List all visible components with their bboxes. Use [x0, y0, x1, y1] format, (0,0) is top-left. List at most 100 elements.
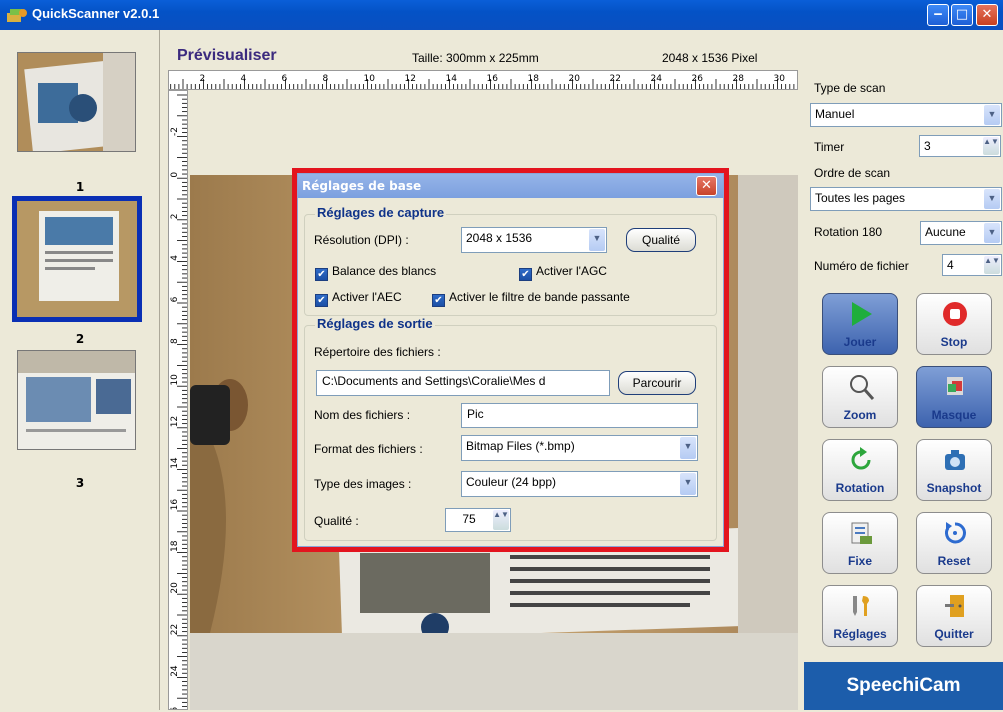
- dialog-close-button[interactable]: ✕: [696, 176, 717, 196]
- white-balance-checkbox[interactable]: ✔ Balance des blancs: [315, 264, 436, 281]
- thumbnail-number: 3: [75, 476, 85, 490]
- chevron-down-icon: ▼: [984, 223, 1000, 243]
- format-label: Format des fichiers :: [314, 442, 423, 456]
- ruler-label: 8: [170, 338, 180, 344]
- dialog-title: Réglages de base: [302, 179, 422, 193]
- spin-arrows-icon: ▲▼: [983, 137, 999, 155]
- scan-order-label: Ordre de scan: [814, 166, 891, 180]
- fix-label: Fixe: [847, 554, 872, 568]
- ruler-label: 24: [651, 74, 663, 84]
- reset-label: Reset: [937, 554, 971, 568]
- ruler-label: 16: [487, 74, 499, 84]
- minimize-icon: ‒: [933, 7, 943, 22]
- file-number-label: Numéro de fichier: [814, 259, 909, 273]
- agc-checkbox[interactable]: ✔ Activer l'AGC: [519, 264, 607, 281]
- checkmark-icon: ✔: [315, 268, 328, 281]
- timer-stepper[interactable]: 3 ▲▼: [919, 135, 1001, 157]
- magnifier-icon: [850, 375, 875, 400]
- brand-banner: SpeechiCam: [804, 662, 1003, 710]
- fix-button[interactable]: Fixe: [822, 512, 898, 574]
- settings-button[interactable]: Réglages: [822, 585, 898, 647]
- format-select[interactable]: Bitmap Files (*.bmp) ▼: [461, 435, 698, 461]
- thumbnail-number: 2: [75, 332, 85, 346]
- stop-label: Stop: [940, 335, 968, 349]
- ruler-label: 18: [528, 74, 540, 84]
- ruler-label: 8: [323, 74, 329, 84]
- ruler-label: 6: [170, 296, 180, 302]
- close-button[interactable]: ✕: [976, 4, 998, 26]
- quality-button[interactable]: Qualité: [626, 228, 696, 252]
- play-button[interactable]: Jouer: [822, 293, 898, 355]
- rotation-button[interactable]: Rotation: [822, 439, 898, 501]
- thumbnail-image: [17, 201, 137, 317]
- ruler-label: 6: [282, 74, 288, 84]
- play-label: Jouer: [843, 335, 877, 349]
- reset-icon: [945, 522, 966, 544]
- image-type-select[interactable]: Couleur (24 bpp) ▼: [461, 471, 698, 497]
- app-window: QuickScanner v2.0.1 ‒ □ ✕ 1 2 3 Prévisua…: [0, 0, 1003, 712]
- browse-button[interactable]: Parcourir: [618, 371, 696, 395]
- bandpass-checkbox[interactable]: ✔ Activer le filtre de bande passante: [432, 290, 630, 307]
- stop-button[interactable]: Stop: [916, 293, 992, 355]
- preview-empty-area: [190, 633, 798, 710]
- resolution-select[interactable]: 2048 x 1536 ▼: [461, 227, 607, 253]
- maximize-icon: □: [955, 7, 969, 22]
- preview-title: Prévisualiser: [177, 47, 277, 64]
- checkmark-icon: ✔: [432, 294, 445, 307]
- ruler-label: 4: [170, 255, 180, 261]
- rotation-select[interactable]: Aucune ▼: [920, 221, 1002, 245]
- scan-type-select[interactable]: Manuel ▼: [810, 103, 1002, 127]
- ruler-label: 4: [241, 74, 247, 84]
- snapshot-button[interactable]: Snapshot: [916, 439, 992, 501]
- spin-arrows-icon: ▲▼: [984, 256, 1000, 274]
- thumbnail-panel: 1 2 3: [0, 30, 160, 710]
- resolution-value: 2048 x 1536: [466, 231, 533, 245]
- tools-icon: [853, 596, 869, 616]
- quit-button[interactable]: Quitter: [916, 585, 992, 647]
- aec-label: Activer l'AEC: [332, 290, 402, 304]
- zoom-button[interactable]: Zoom: [822, 366, 898, 428]
- aec-checkbox[interactable]: ✔ Activer l'AEC: [315, 290, 402, 307]
- thumbnail-1[interactable]: [17, 52, 136, 152]
- close-icon: ✕: [981, 7, 993, 22]
- ruler-label: 26: [692, 74, 704, 84]
- resolution-label: Résolution (DPI) :: [314, 233, 409, 247]
- image-type-label: Type des images :: [314, 477, 412, 491]
- output-group-label: Réglages de sortie: [315, 316, 435, 331]
- reset-button[interactable]: Reset: [916, 512, 992, 574]
- camera-icon: [945, 450, 965, 470]
- rotation-label: Rotation 180: [814, 225, 883, 239]
- ruler-label: 2: [170, 213, 180, 219]
- ruler-label: 24: [170, 665, 180, 677]
- scan-type-value: Manuel: [815, 107, 855, 121]
- timer-value: 3: [924, 139, 931, 153]
- snapshot-label: Snapshot: [926, 481, 982, 495]
- filename-field[interactable]: Pic: [461, 403, 698, 428]
- thumbnail-2[interactable]: [12, 196, 142, 322]
- thumbnail-3[interactable]: [17, 350, 136, 450]
- mask-icon: [947, 377, 963, 395]
- minimize-button[interactable]: ‒: [927, 4, 949, 26]
- ruler-label: 18: [170, 540, 180, 552]
- mask-button[interactable]: Masque: [916, 366, 992, 428]
- scan-size: Taille: 300mm x 225mm: [412, 51, 539, 65]
- ruler-label: 10: [170, 374, 180, 386]
- directory-field[interactable]: C:\Documents and Settings\Coralie\Mes d: [316, 370, 610, 396]
- file-number-stepper[interactable]: 4 ▲▼: [942, 254, 1002, 276]
- quality-stepper[interactable]: 75 ▲▼: [445, 508, 511, 532]
- quality-value: 75: [462, 512, 476, 526]
- close-icon: ✕: [701, 178, 712, 193]
- agc-label: Activer l'AGC: [536, 264, 607, 278]
- scan-order-select[interactable]: Toutes les pages ▼: [810, 187, 1002, 211]
- ruler-label: 20: [170, 582, 180, 594]
- scan-pixels: 2048 x 1536 Pixel: [662, 51, 758, 65]
- ruler-label: 28: [733, 74, 745, 84]
- white-balance-label: Balance des blancs: [332, 264, 437, 278]
- filename-label: Nom des fichiers :: [314, 408, 411, 422]
- scan-type-label: Type de scan: [814, 81, 886, 95]
- quit-label: Quitter: [934, 627, 974, 641]
- thumbnail-image: [18, 351, 135, 449]
- title-bar: QuickScanner v2.0.1 ‒ □ ✕: [0, 0, 1003, 30]
- directory-label: Répertoire des fichiers :: [314, 345, 441, 359]
- maximize-button[interactable]: □: [951, 4, 973, 26]
